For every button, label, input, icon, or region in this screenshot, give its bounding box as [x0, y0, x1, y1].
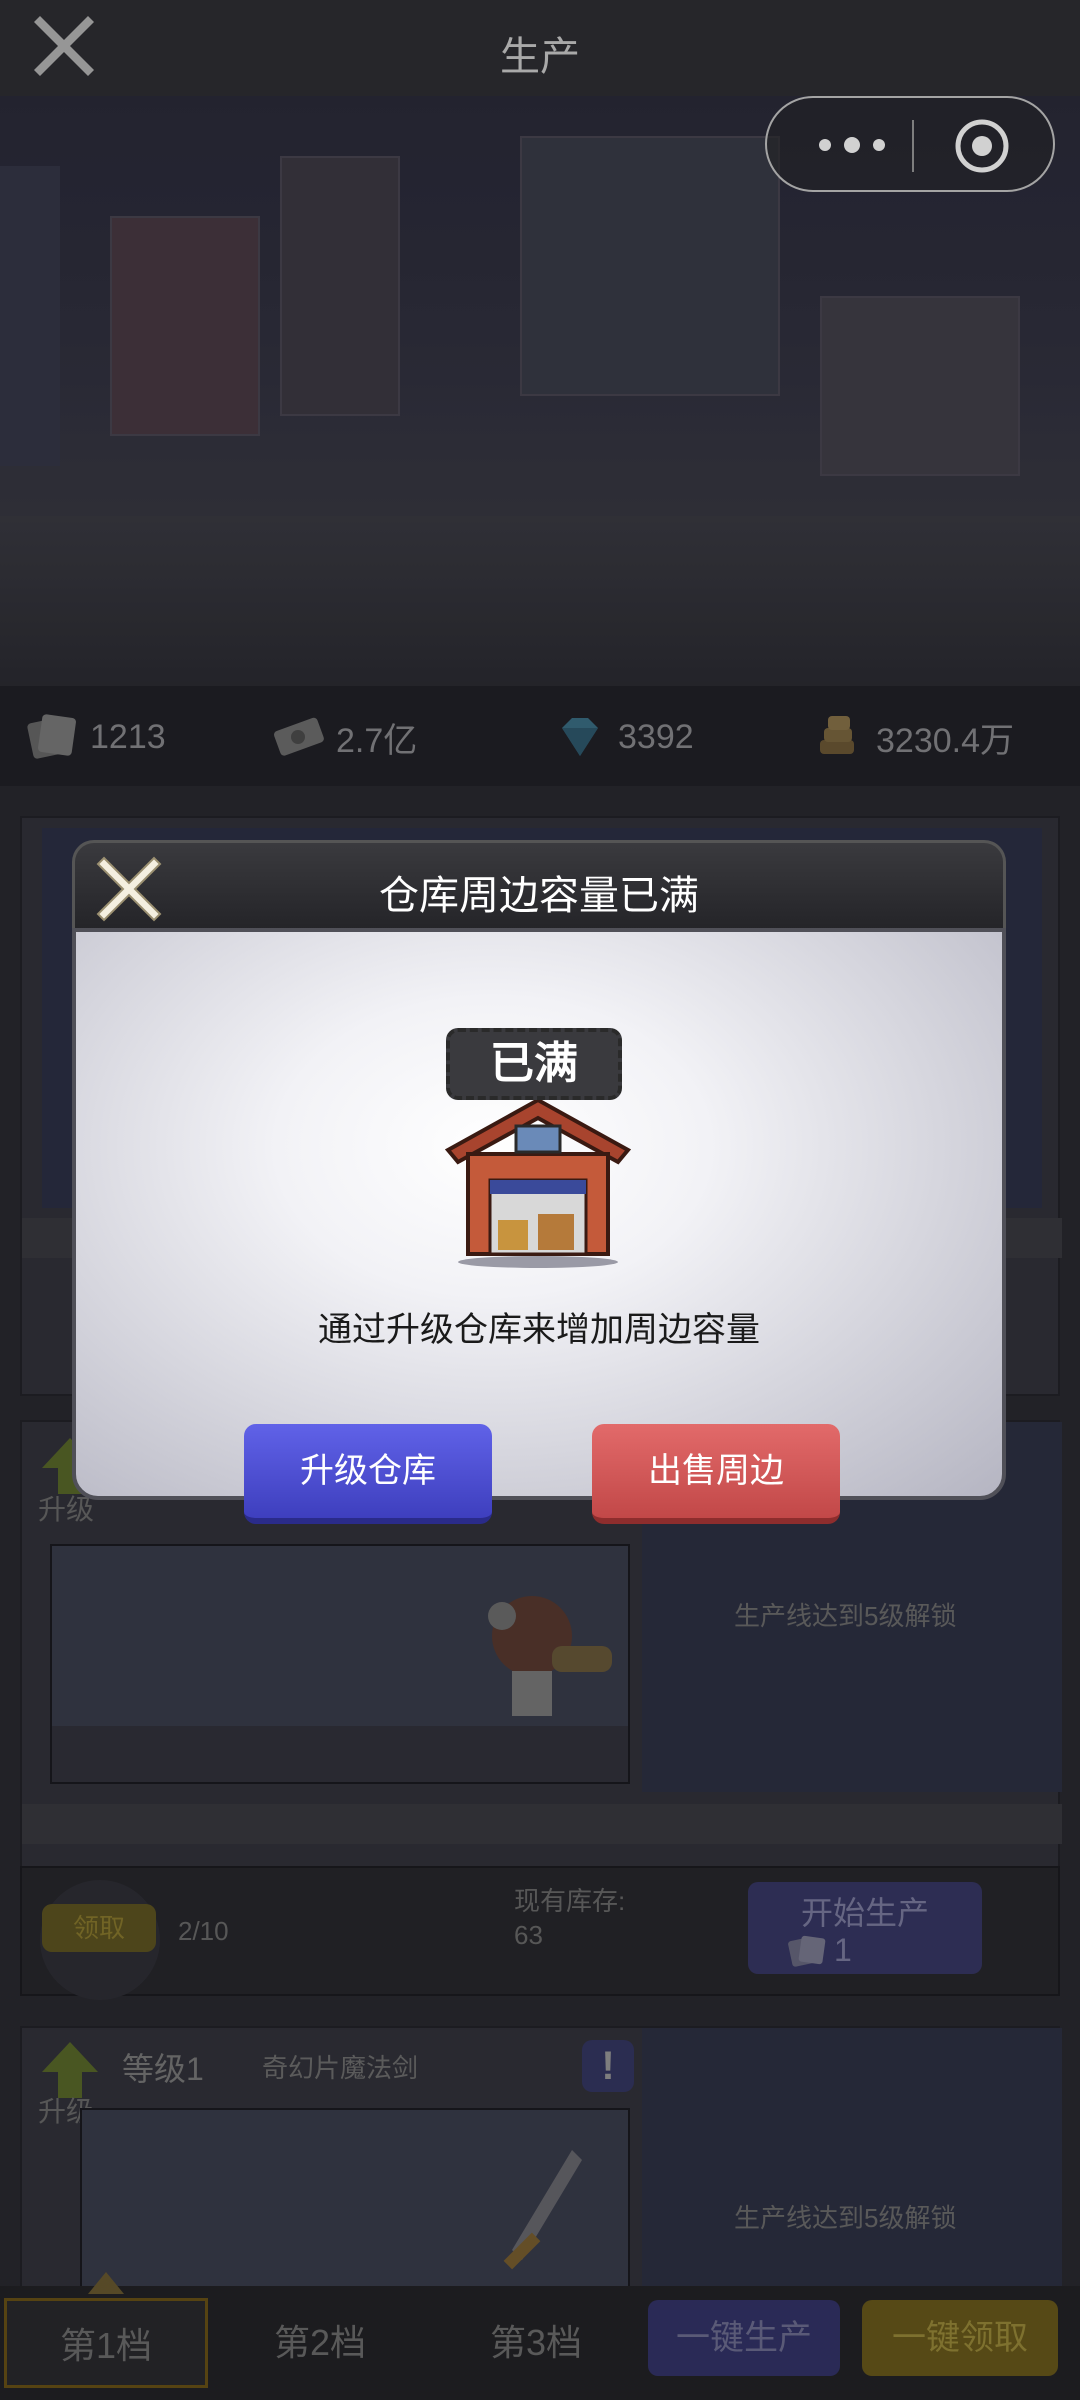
close-icon[interactable]: [94, 854, 164, 924]
warehouse-icon: [444, 1097, 632, 1268]
dialog-header: 仓库周边容量已满: [72, 840, 1006, 930]
upgrade-warehouse-button[interactable]: 升级仓库: [244, 1424, 492, 1524]
sell-merch-button[interactable]: 出售周边: [592, 1424, 840, 1524]
dialog-title: 仓库周边容量已满: [379, 874, 699, 918]
full-status-tag: 已满: [446, 1028, 622, 1100]
warehouse-full-dialog: 仓库周边容量已满 已满 通过升级仓库来增加周边容量 升级仓库 出售周边: [72, 840, 1006, 1524]
dialog-body: 已满 通过升级仓库来增加周边容量 升级仓库 出售周边: [72, 928, 1006, 1524]
dialog-message: 通过升级仓库来增加周边容量: [318, 1311, 760, 1349]
